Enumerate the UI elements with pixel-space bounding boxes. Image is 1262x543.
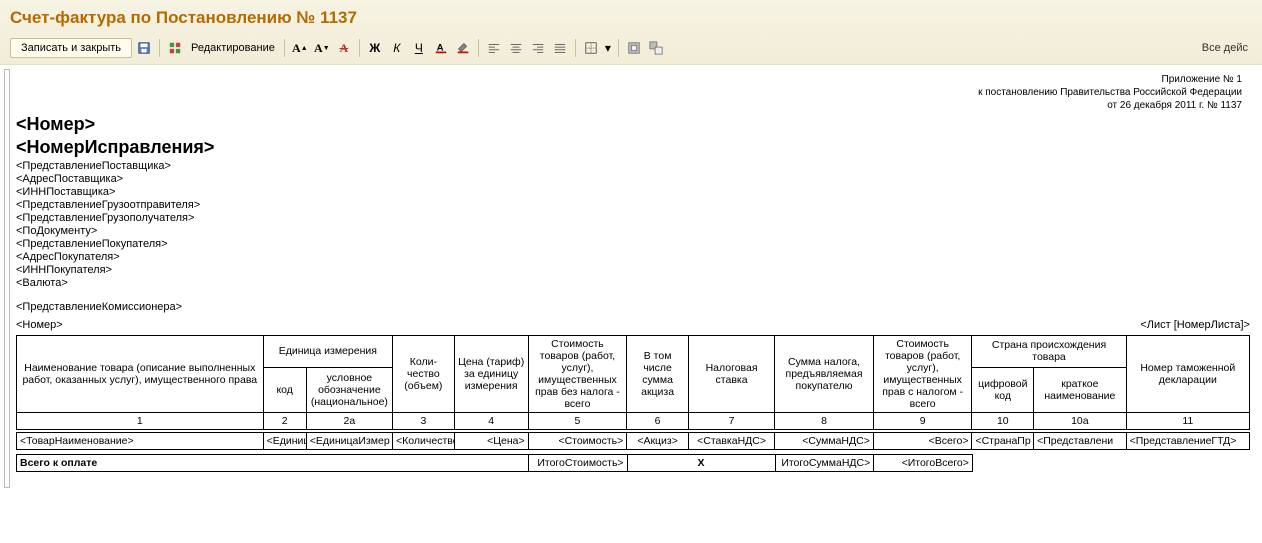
ungroup-icon[interactable] — [646, 38, 666, 58]
sheet-number: <Лист [НомерЛиста]> — [1140, 319, 1250, 331]
col-unit-name: условное обозначение (национальное) — [306, 367, 392, 412]
group-icon[interactable] — [624, 38, 644, 58]
number2: <Номер> — [16, 319, 63, 331]
col-vatsum: Сумма налога, предъявляемая покупателю — [775, 336, 874, 413]
cell-unit-name: <ЕдиницаИзмер — [306, 433, 392, 450]
buyer-repr: <ПредставлениеПокупателя> — [16, 238, 1250, 250]
coln-10a: 10а — [1034, 413, 1126, 430]
table-row: <ТоварНаименование> <Единиц <ЕдиницаИзме… — [17, 433, 1250, 450]
attach-line3: от 26 декабря 2011 г. № 1137 — [16, 99, 1242, 112]
borders-icon[interactable] — [581, 38, 601, 58]
align-justify-icon[interactable] — [550, 38, 570, 58]
totals-x: X — [627, 455, 775, 472]
currency: <Валюта> — [16, 277, 1250, 289]
save-icon[interactable] — [134, 38, 154, 58]
cell-vatrate: <СтавкаНДС> — [688, 433, 774, 450]
coln-2a: 2а — [306, 413, 392, 430]
cell-name: <ТоварНаименование> — [17, 433, 264, 450]
supplier-addr: <АдресПоставщика> — [16, 173, 1250, 185]
align-center-icon[interactable] — [506, 38, 526, 58]
cell-unit-code: <Единиц — [263, 433, 306, 450]
coln-7: 7 — [688, 413, 774, 430]
borders-dropdown-icon[interactable]: ▾ — [603, 38, 613, 58]
cell-country-code: <СтранаПр — [972, 433, 1034, 450]
col-country-group: Страна происхождения товара — [972, 336, 1126, 368]
buyer-inn: <ИННПокупателя> — [16, 264, 1250, 276]
all-actions-link[interactable]: Все дейс — [1202, 42, 1252, 54]
cell-country-name: <Представлени — [1034, 433, 1126, 450]
col-name: Наименование товара (описание выполненны… — [17, 336, 264, 413]
buyer-addr: <АдресПокупателя> — [16, 251, 1250, 263]
coln-2: 2 — [263, 413, 306, 430]
col-total: Стоимость товаров (работ, услуг), имущес… — [873, 336, 972, 413]
toolbar: Записать и закрыть Редактирование A▲ A▼ … — [10, 36, 1252, 62]
attach-line2: к постановлению Правительства Российской… — [16, 86, 1242, 99]
number-field: <Номер> — [16, 114, 1250, 135]
cell-price: <Цена> — [454, 433, 528, 450]
totals-cost: ИтогоСтоимость> — [528, 455, 627, 472]
regulation-note: Приложение № 1 к постановлению Правитель… — [16, 73, 1250, 112]
col-unit-code: код — [263, 367, 306, 412]
col-vatrate: Налоговая ставка — [688, 336, 774, 413]
underline-icon[interactable]: Ч — [409, 38, 429, 58]
coln-9: 9 — [873, 413, 972, 430]
header-table: Наименование товара (описание выполненны… — [16, 335, 1250, 430]
bold-icon[interactable]: Ж — [365, 38, 385, 58]
font-decrease-icon[interactable]: A▼ — [312, 38, 332, 58]
cell-excise: <Акциз> — [627, 433, 689, 450]
coln-10: 10 — [972, 413, 1034, 430]
commissioner-repr: <ПредставлениеКомиссионера> — [16, 301, 1250, 313]
page-title: Счет-фактура по Постановлению № 1137 — [10, 4, 1252, 36]
cell-gtd: <ПредставлениеГТД> — [1126, 433, 1249, 450]
font-color-icon[interactable]: A — [431, 38, 451, 58]
col-country-name: краткое наименование — [1034, 367, 1126, 412]
col-cost: Стоимость товаров (работ, услуг), имущес… — [528, 336, 627, 413]
totals-vatsum: ИтогоСуммаНДС> — [775, 455, 874, 472]
italic-icon[interactable]: К — [387, 38, 407, 58]
cell-qty: <Количество> — [393, 433, 455, 450]
col-excise: В том числе сумма акциза — [627, 336, 689, 413]
col-qty: Коли-чество (объем) — [393, 336, 455, 413]
col-price: Цена (тариф) за единицу измерения — [454, 336, 528, 413]
coln-11: 11 — [1126, 413, 1249, 430]
bg-color-icon[interactable] — [453, 38, 473, 58]
totals-table: Всего к оплате ИтогоСтоимость> X ИтогоСу… — [16, 454, 1250, 472]
totals-label: Всего к оплате — [17, 455, 529, 472]
coln-3: 3 — [393, 413, 455, 430]
col-country-code: цифровой код — [972, 367, 1034, 412]
cell-vatsum: <СуммаНДС> — [775, 433, 874, 450]
coln-4: 4 — [454, 413, 528, 430]
edit-label[interactable]: Редактирование — [187, 42, 279, 54]
col-unit-group: Единица измерения — [263, 336, 392, 368]
supplier-repr: <ПредставлениеПоставщика> — [16, 160, 1250, 172]
totals-row: Всего к оплате ИтогоСтоимость> X ИтогоСу… — [17, 455, 1251, 472]
col-gtd: Номер таможенной декларации — [1126, 336, 1249, 413]
by-document: <ПоДокументу> — [16, 225, 1250, 237]
coln-6: 6 — [627, 413, 689, 430]
align-left-icon[interactable] — [484, 38, 504, 58]
vertical-ruler — [4, 69, 10, 488]
totals-total: <ИтогоВсего> — [874, 455, 973, 472]
cell-cost: <Стоимость> — [528, 433, 627, 450]
attach-line1: Приложение № 1 — [16, 73, 1242, 86]
save-close-button[interactable]: Записать и закрыть — [10, 38, 132, 58]
detail-table: <ТоварНаименование> <Единиц <ЕдиницаИзме… — [16, 432, 1250, 450]
correction-number-field: <НомерИсправления> — [16, 137, 1250, 158]
shipper-repr: <ПредставлениеГрузоотправителя> — [16, 199, 1250, 211]
coln-8: 8 — [775, 413, 874, 430]
consignee-repr: <ПредставлениеГрузополучателя> — [16, 212, 1250, 224]
coln-5: 5 — [528, 413, 627, 430]
edit-mode-icon[interactable] — [165, 38, 185, 58]
supplier-inn: <ИННПоставщика> — [16, 186, 1250, 198]
align-right-icon[interactable] — [528, 38, 548, 58]
cell-total: <Всего> — [873, 433, 972, 450]
font-increase-icon[interactable]: A▲ — [290, 38, 310, 58]
coln-1: 1 — [17, 413, 264, 430]
document-area: Приложение № 1 к постановлению Правитель… — [0, 65, 1262, 492]
font-strike-icon[interactable]: A — [334, 38, 354, 58]
